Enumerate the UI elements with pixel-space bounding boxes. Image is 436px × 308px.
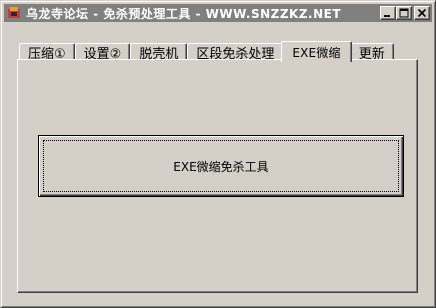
close-button[interactable] bbox=[414, 6, 430, 20]
title-buttons bbox=[380, 6, 430, 20]
minimize-button[interactable] bbox=[380, 6, 396, 20]
app-icon[interactable] bbox=[6, 5, 22, 21]
tab-strip: 压缩① 设置② 脱壳机 区段免杀处理 EXE微缩 更新 bbox=[19, 39, 394, 62]
maximize-button[interactable] bbox=[396, 6, 412, 20]
exe-shrink-tool-label: EXE微缩免杀工具 bbox=[173, 159, 269, 174]
exe-shrink-tool-button[interactable]: EXE微缩免杀工具 bbox=[38, 135, 404, 197]
tab-panel: EXE微缩免杀工具 bbox=[17, 59, 418, 293]
app-window: 乌龙寺论坛 - 免杀预处理工具 - WWW.SNZZKZ.NET 压缩① 设置②… bbox=[0, 0, 436, 308]
title-bar[interactable]: 乌龙寺论坛 - 免杀预处理工具 - WWW.SNZZKZ.NET bbox=[4, 4, 432, 22]
tab-exe-shrink[interactable]: EXE微缩 bbox=[281, 41, 352, 62]
maximize-icon bbox=[399, 8, 409, 18]
minimize-icon bbox=[384, 15, 390, 17]
close-icon bbox=[417, 8, 427, 18]
window-title: 乌龙寺论坛 - 免杀预处理工具 - WWW.SNZZKZ.NET bbox=[26, 6, 342, 21]
